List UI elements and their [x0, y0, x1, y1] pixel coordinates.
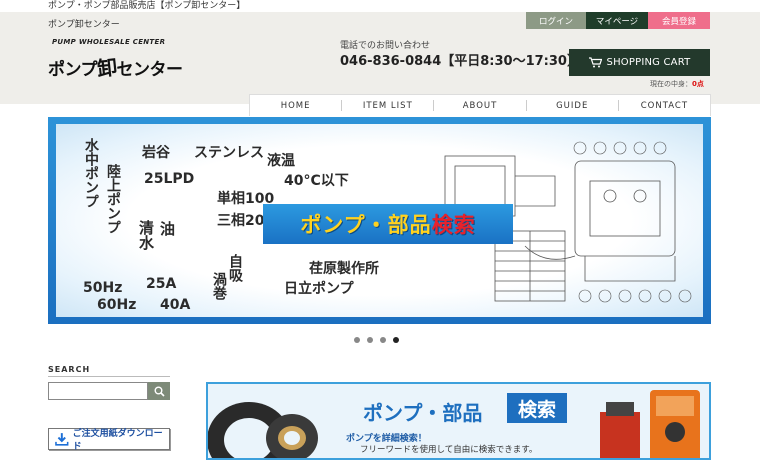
global-nav: HOME ITEM LIST ABOUT GUIDE CONTACT	[249, 94, 711, 116]
hero-word: ステンレス	[194, 145, 264, 161]
shopping-cart-button[interactable]: SHOPPING CART	[569, 49, 710, 76]
hero-word: 60Hz	[97, 297, 137, 313]
hero-word: 日立ポンプ	[284, 281, 354, 297]
page-top-title: ポンプ・ポンプ部品販売店【ポンプ卸センター】	[48, 1, 246, 11]
hero-word: 自吸	[227, 254, 243, 282]
pump-image	[600, 390, 700, 458]
seal-ring-image	[208, 402, 318, 458]
nav-about[interactable]: ABOUT	[434, 100, 527, 111]
register-button[interactable]: 会員登録	[648, 12, 710, 29]
banner-description: フリーワードを使用して自由に検索できます。	[360, 445, 538, 455]
carousel-dot[interactable]	[380, 337, 386, 343]
carousel-dot-active[interactable]	[393, 337, 399, 343]
nav-home[interactable]: HOME	[250, 100, 343, 111]
carousel-dots	[354, 337, 399, 343]
hero-search-pre: ポンプ・部品	[300, 213, 432, 237]
contact-phone: 046-836-0844【平日8:30～17:30】	[340, 54, 580, 69]
hero-search-emph: 検索	[431, 213, 476, 237]
cart-label: SHOPPING CART	[606, 57, 691, 68]
cart-points: 0点	[692, 80, 704, 88]
cart-status-prefix: 現在の中身：	[650, 80, 692, 88]
logo-kanji: 卸	[95, 55, 118, 81]
carousel-dot[interactable]	[367, 337, 373, 343]
login-button[interactable]: ログイン	[526, 12, 586, 29]
hero-word: 陸上ポンプ	[105, 164, 121, 234]
hero-search-label: ポンプ・部品検索	[263, 204, 513, 244]
nav-contact[interactable]: CONTACT	[619, 100, 710, 111]
hero-word: 25A	[146, 276, 177, 292]
hero-word: 油	[160, 220, 176, 238]
hero-word: 荏原製作所	[309, 261, 379, 277]
search-banner[interactable]: ポンプ・部品 検索 ポンプを詳細検索！ フリーワードを使用して自由に検索できます…	[206, 382, 711, 460]
sidebar-divider	[48, 376, 170, 377]
hero-word: 渦巻	[211, 272, 227, 300]
cart-icon	[588, 57, 602, 68]
download-label: ご注文用紙ダウンロード	[72, 429, 163, 452]
cart-status: 現在の中身：0点	[650, 79, 704, 89]
nav-guide[interactable]: GUIDE	[527, 100, 619, 111]
user-bar: ログイン マイページ 会員登録	[526, 12, 710, 29]
site-name: ポンプ卸センター	[48, 20, 120, 30]
hero-word: 25LPD	[144, 171, 195, 187]
hero-search-text: ポンプ・部品検索	[300, 209, 475, 239]
hero-word: 水中ポンプ	[83, 138, 99, 208]
mypage-button[interactable]: マイページ	[586, 12, 648, 29]
hero-word: 40°C以下	[284, 173, 349, 189]
hero-word: 液温	[267, 153, 295, 169]
search-input[interactable]	[48, 382, 148, 400]
hero-word: 40A	[160, 297, 191, 313]
logo-text-pre: ポンプ	[48, 60, 98, 80]
nav-item-list[interactable]: ITEM LIST	[342, 100, 435, 111]
logo-text-post: センター	[116, 60, 184, 80]
banner-title: ポンプ・部品	[363, 401, 483, 425]
logo-subtitle: PUMP WHOLESALE CENTER	[52, 38, 166, 46]
sidebar-search-title: SEARCH	[48, 365, 91, 374]
hero-word: 清水	[137, 220, 155, 250]
search-button[interactable]	[148, 382, 170, 400]
download-icon	[55, 433, 69, 446]
carousel-dot[interactable]	[354, 337, 360, 343]
site-logo[interactable]: PUMP WHOLESALE CENTER ポンプ卸センター	[48, 38, 193, 86]
search-icon	[154, 386, 165, 397]
logo-text: ポンプ卸センター	[48, 52, 183, 81]
hero-banner[interactable]: 水中ポンプ 陸上ポンプ 岩谷 25LPD ステンレス 液温 40°C以下 単相1…	[48, 117, 711, 324]
banner-search-badge: 検索	[507, 393, 567, 423]
hero-word: 50Hz	[83, 280, 123, 296]
download-order-form-button[interactable]: ご注文用紙ダウンロード	[48, 428, 170, 452]
hero-inner: 水中ポンプ 陸上ポンプ 岩谷 25LPD ステンレス 液温 40°C以下 単相1…	[56, 124, 703, 317]
hero-word: 岩谷	[142, 145, 170, 161]
